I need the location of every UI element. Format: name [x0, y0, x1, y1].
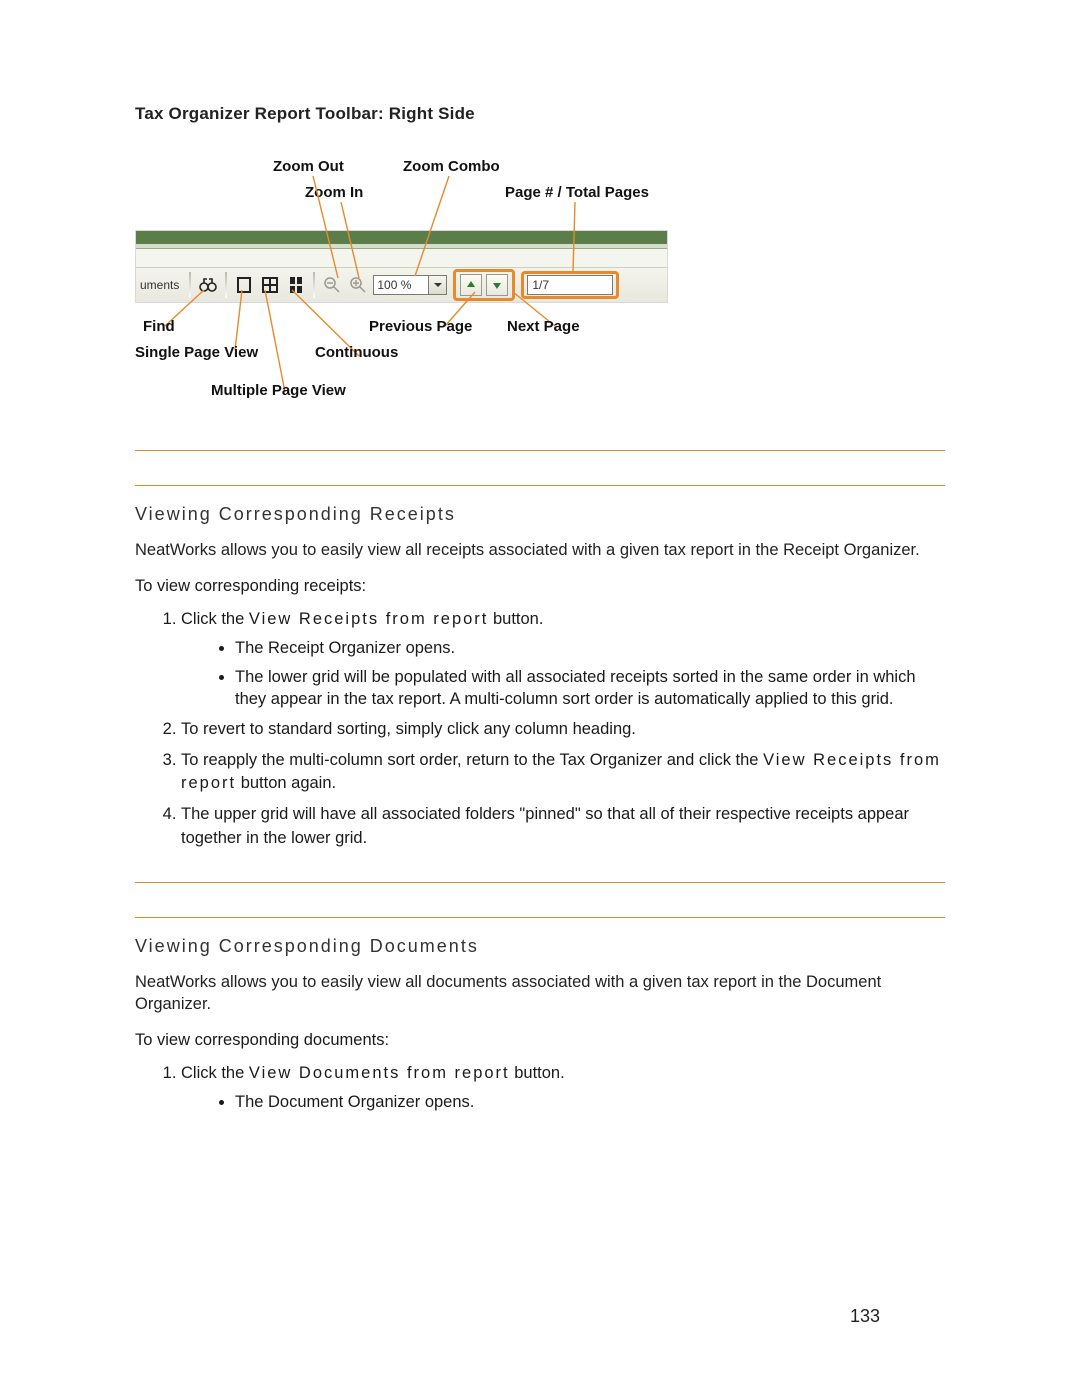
sub-bullet: The lower grid will be populated with al… — [235, 666, 945, 711]
divider — [135, 485, 945, 486]
figure-title: Tax Organizer Report Toolbar: Right Side — [135, 104, 668, 124]
step-item: Click the View Receipts from report butt… — [181, 608, 945, 710]
steps-list: Click the View Receipts from report butt… — [135, 608, 945, 849]
step-item: Click the View Documents from report but… — [181, 1062, 945, 1113]
callout-lines — [135, 158, 668, 408]
sub-bullet: The Document Organizer opens. — [235, 1091, 945, 1113]
spacer — [135, 451, 945, 485]
step-item: The upper grid will have all associated … — [181, 803, 945, 849]
page-root: Tax Organizer Report Toolbar: Right Side… — [0, 0, 1080, 1397]
step-item: To reapply the multi-column sort order, … — [181, 749, 945, 795]
step-text-pre: Click the — [181, 610, 249, 628]
step-text-post: button. — [510, 1064, 565, 1082]
divider — [135, 917, 945, 918]
step-text-post: button. — [488, 610, 543, 628]
section-title: Viewing Corresponding Receipts — [135, 504, 945, 525]
section-intro: NeatWorks allows you to easily view all … — [135, 539, 945, 561]
step-text-post: button again. — [236, 774, 336, 792]
figure-canvas: Zoom Out Zoom Combo Zoom In Page # / Tot… — [135, 158, 668, 408]
spacer — [135, 860, 945, 882]
spacer — [135, 883, 945, 917]
label-next-page: Next Page — [507, 318, 580, 335]
body-text: Viewing Corresponding Receipts NeatWorks… — [135, 450, 945, 1124]
step-emph: View Receipts from report — [249, 610, 489, 628]
steps-list: Click the View Documents from report but… — [135, 1062, 945, 1113]
label-multiple-page-view: Multiple Page View — [211, 382, 346, 399]
label-single-page-view: Single Page View — [135, 344, 258, 361]
section-title: Viewing Corresponding Documents — [135, 936, 945, 957]
toolbar-figure: Tax Organizer Report Toolbar: Right Side… — [135, 104, 668, 408]
label-continuous: Continuous — [315, 344, 398, 361]
section-intro: NeatWorks allows you to easily view all … — [135, 971, 945, 1016]
step-item: To revert to standard sorting, simply cl… — [181, 718, 945, 741]
page-number: 133 — [850, 1306, 880, 1327]
step-emph: View Documents from report — [249, 1064, 510, 1082]
step-text-pre: To reapply the multi-column sort order, … — [181, 751, 763, 769]
section-lead: To view corresponding documents: — [135, 1031, 945, 1050]
label-find: Find — [143, 318, 175, 335]
sub-bullets: The Document Organizer opens. — [181, 1091, 945, 1113]
label-previous-page: Previous Page — [369, 318, 472, 335]
step-text-pre: Click the — [181, 1064, 249, 1082]
section-lead: To view corresponding receipts: — [135, 577, 945, 596]
sub-bullet: The Receipt Organizer opens. — [235, 637, 945, 659]
sub-bullets: The Receipt Organizer opens. The lower g… — [181, 637, 945, 710]
